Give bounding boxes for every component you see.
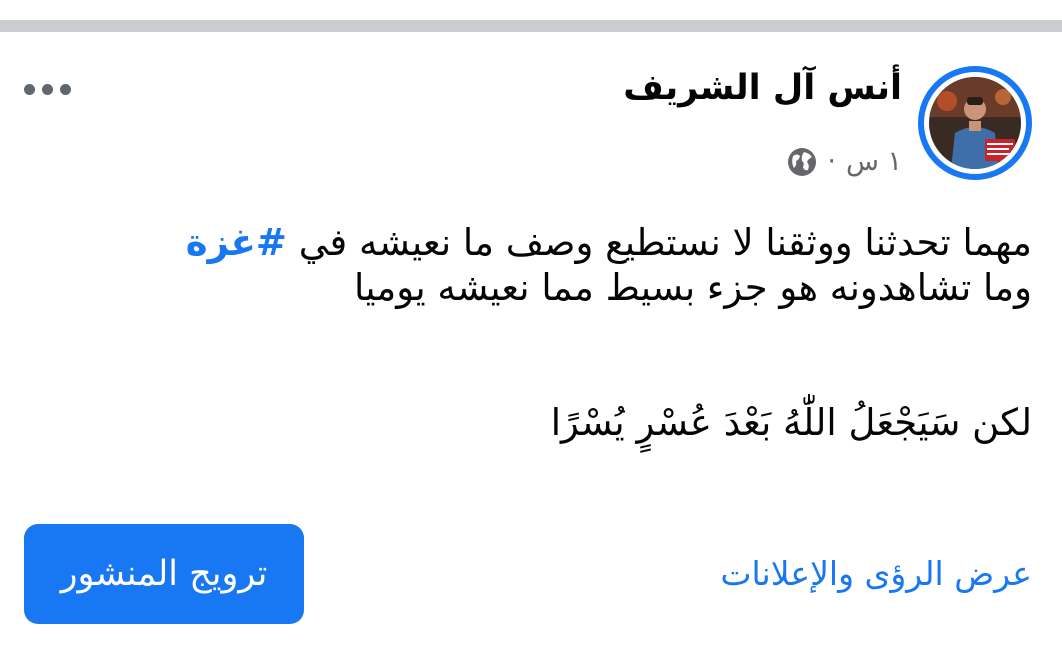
more-options-button[interactable] bbox=[16, 72, 78, 106]
view-insights-link[interactable]: عرض الرؤى والإعلانات bbox=[720, 554, 1032, 593]
avatar-photo bbox=[929, 77, 1021, 169]
post-line-1-text: مهما تحدثنا ووثقنا لا نستطيع وصف ما نعيش… bbox=[298, 221, 1032, 264]
avatar-ring bbox=[924, 72, 1026, 174]
author-name[interactable]: أنس آل الشريف bbox=[623, 68, 902, 108]
more-dot bbox=[41, 83, 53, 95]
post-meta: ١ س · bbox=[787, 146, 902, 177]
post-time[interactable]: ١ س bbox=[846, 146, 902, 177]
globe-icon[interactable] bbox=[787, 147, 817, 177]
meta-separator: · bbox=[827, 146, 836, 177]
post-line-2: وما تشاهدونه هو جزء بسيط مما نعيشه يوميا bbox=[353, 266, 1032, 310]
post-card: أنس آل الشريف ١ س · مهما تحدثنا ووثقنا ل… bbox=[0, 0, 1062, 651]
avatar[interactable] bbox=[918, 66, 1032, 180]
post-line-1: مهما تحدثنا ووثقنا لا نستطيع وصف ما نعيش… bbox=[32, 220, 1032, 265]
more-horizontal-icon bbox=[23, 83, 35, 95]
top-divider bbox=[0, 20, 1062, 32]
post-line-3: لكن سَيَجْعَلُ اللّٰهُ بَعْدَ عُسْرٍ يُس… bbox=[550, 401, 1032, 445]
post-body: مهما تحدثنا ووثقنا لا نستطيع وصف ما نعيش… bbox=[32, 220, 1032, 445]
more-dot bbox=[59, 83, 71, 95]
hashtag-link[interactable]: #غزة bbox=[186, 221, 287, 264]
boost-post-button[interactable]: ترويج المنشور bbox=[24, 524, 304, 624]
